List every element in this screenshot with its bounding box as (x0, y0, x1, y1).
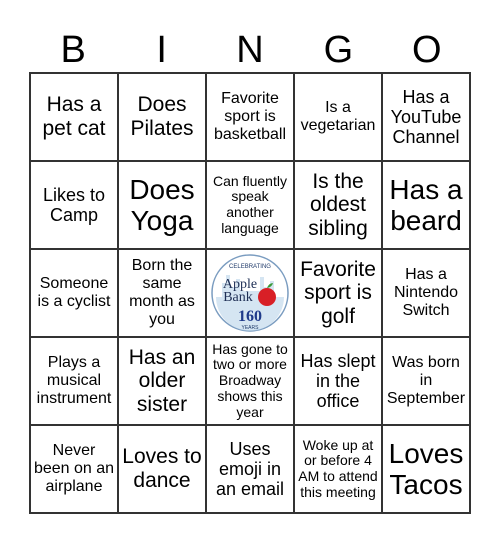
bingo-cell[interactable]: Has slept in the office (294, 337, 382, 425)
bingo-cell[interactable]: Likes to Camp (30, 161, 118, 249)
bingo-cell[interactable]: Favorite sport is golf (294, 249, 382, 337)
logo-top-text: CELEBRATING (229, 264, 271, 270)
bingo-cell[interactable]: Has gone to two or more Broadway shows t… (206, 337, 294, 425)
header-b: B (60, 29, 86, 71)
bingo-header: B I N G O (29, 28, 471, 72)
bingo-cell[interactable]: Born the same month as you (118, 249, 206, 337)
bingo-cell[interactable]: Has an older sister (118, 337, 206, 425)
bingo-cell[interactable]: Has a pet cat (30, 73, 118, 161)
header-n: N (236, 29, 264, 71)
bingo-cell[interactable]: Never been on an airplane (30, 425, 118, 513)
bingo-board: Has a pet cat Does Pilates Favorite spor… (29, 72, 471, 514)
bingo-cell[interactable]: Someone is a cyclist (30, 249, 118, 337)
bingo-cell[interactable]: Was born in September (382, 337, 470, 425)
bingo-cell[interactable]: Can fluently speak another language (206, 161, 294, 249)
free-space-logo[interactable]: CELEBRATING Apple Bank 160 YEARS (206, 249, 294, 337)
header-g: G (323, 29, 354, 71)
logo-number: 160 (238, 308, 262, 325)
logo-line2: Bank (223, 290, 253, 305)
bingo-cell[interactable]: Favorite sport is basketball (206, 73, 294, 161)
bingo-cell[interactable]: Does Pilates (118, 73, 206, 161)
bingo-cell[interactable]: Has a beard (382, 161, 470, 249)
bingo-cell[interactable]: Plays a musical instrument (30, 337, 118, 425)
bingo-cell[interactable]: Has a YouTube Channel (382, 73, 470, 161)
header-i: I (156, 29, 167, 71)
apple-bank-logo: CELEBRATING Apple Bank 160 YEARS (211, 254, 289, 332)
bingo-cell[interactable]: Loves Tacos (382, 425, 470, 513)
header-o: O (412, 29, 442, 71)
bingo-cell[interactable]: Has a Nintendo Switch (382, 249, 470, 337)
logo-bottom-text: YEARS (242, 325, 260, 331)
bingo-cell[interactable]: Woke up at or before 4 AM to attend this… (294, 425, 382, 513)
bingo-cell[interactable]: Uses emoji in an email (206, 425, 294, 513)
bingo-cell[interactable]: Does Yoga (118, 161, 206, 249)
bingo-cell[interactable]: Is the oldest sibling (294, 161, 382, 249)
bingo-cell[interactable]: Is a vegetarian (294, 73, 382, 161)
bingo-cell[interactable]: Loves to dance (118, 425, 206, 513)
